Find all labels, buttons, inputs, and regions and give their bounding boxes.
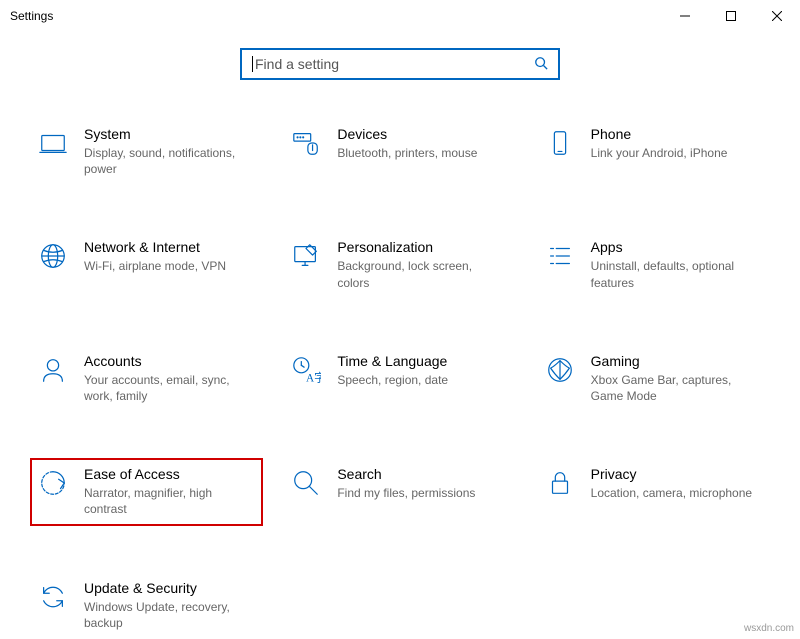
tile-desc: Link your Android, iPhone: [591, 145, 728, 161]
ease-of-access-icon: [38, 468, 68, 498]
privacy-icon: [545, 468, 575, 498]
devices-icon: [291, 128, 321, 158]
apps-icon: [545, 241, 575, 271]
tile-desc: Your accounts, email, sync, work, family: [84, 372, 254, 404]
maximize-button[interactable]: [708, 0, 754, 32]
tile-title: Time & Language: [337, 353, 448, 369]
tile-phone[interactable]: Phone Link your Android, iPhone: [537, 118, 770, 185]
search-placeholder: Find a setting: [255, 56, 534, 72]
search-input[interactable]: Find a setting: [240, 48, 560, 80]
tile-time[interactable]: A字 Time & Language Speech, region, date: [283, 345, 516, 412]
tile-desc: Bluetooth, printers, mouse: [337, 145, 477, 161]
tile-title: Phone: [591, 126, 728, 142]
phone-icon: [545, 128, 575, 158]
tile-desc: Uninstall, defaults, optional features: [591, 258, 761, 290]
tile-desc: Display, sound, notifications, power: [84, 145, 254, 177]
tile-title: Network & Internet: [84, 239, 226, 255]
tile-title: System: [84, 126, 254, 142]
tile-desc: Xbox Game Bar, captures, Game Mode: [591, 372, 761, 404]
svg-text:A字: A字: [306, 370, 321, 384]
tile-desc: Location, camera, microphone: [591, 485, 752, 501]
settings-grid: System Display, sound, notifications, po…: [0, 118, 800, 639]
tile-desc: Narrator, magnifier, high contrast: [84, 485, 254, 517]
attribution: wsxdn.com: [744, 623, 794, 634]
window-title: Settings: [10, 9, 53, 23]
tile-devices[interactable]: Devices Bluetooth, printers, mouse: [283, 118, 516, 185]
network-icon: [38, 241, 68, 271]
time-language-icon: A字: [291, 355, 321, 385]
close-button[interactable]: [754, 0, 800, 32]
tile-title: Devices: [337, 126, 477, 142]
tile-personalization[interactable]: Personalization Background, lock screen,…: [283, 231, 516, 298]
tile-update[interactable]: Update & Security Windows Update, recove…: [30, 572, 263, 639]
tile-title: Ease of Access: [84, 466, 254, 482]
minimize-button[interactable]: [662, 0, 708, 32]
tile-ease-of-access[interactable]: Ease of Access Narrator, magnifier, high…: [30, 458, 263, 525]
tile-title: Update & Security: [84, 580, 254, 596]
titlebar: Settings: [0, 0, 800, 32]
system-icon: [38, 128, 68, 158]
tile-privacy[interactable]: Privacy Location, camera, microphone: [537, 458, 770, 525]
tile-title: Search: [337, 466, 475, 482]
tile-title: Gaming: [591, 353, 761, 369]
search-tile-icon: [291, 468, 321, 498]
update-icon: [38, 582, 68, 612]
tile-title: Apps: [591, 239, 761, 255]
tile-search[interactable]: Search Find my files, permissions: [283, 458, 516, 525]
tile-title: Privacy: [591, 466, 752, 482]
personalization-icon: [291, 241, 321, 271]
tile-desc: Windows Update, recovery, backup: [84, 599, 254, 631]
tile-title: Personalization: [337, 239, 507, 255]
search-icon: [534, 56, 548, 73]
accounts-icon: [38, 355, 68, 385]
gaming-icon: [545, 355, 575, 385]
tile-accounts[interactable]: Accounts Your accounts, email, sync, wor…: [30, 345, 263, 412]
tile-apps[interactable]: Apps Uninstall, defaults, optional featu…: [537, 231, 770, 298]
tile-network[interactable]: Network & Internet Wi-Fi, airplane mode,…: [30, 231, 263, 298]
tile-gaming[interactable]: Gaming Xbox Game Bar, captures, Game Mod…: [537, 345, 770, 412]
tile-desc: Find my files, permissions: [337, 485, 475, 501]
tile-system[interactable]: System Display, sound, notifications, po…: [30, 118, 263, 185]
tile-title: Accounts: [84, 353, 254, 369]
tile-desc: Speech, region, date: [337, 372, 448, 388]
tile-desc: Wi-Fi, airplane mode, VPN: [84, 258, 226, 274]
tile-desc: Background, lock screen, colors: [337, 258, 507, 290]
